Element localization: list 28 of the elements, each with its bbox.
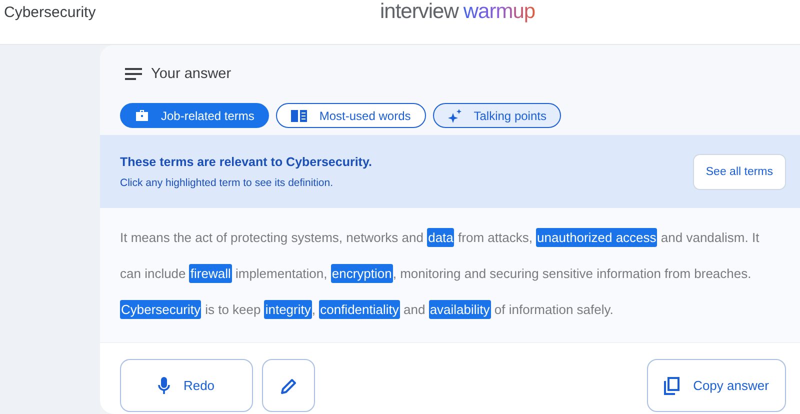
- highlighted-term[interactable]: availability: [428, 300, 491, 319]
- section-title: Your answer: [151, 66, 232, 82]
- highlighted-term[interactable]: confidentiality: [319, 300, 400, 319]
- sparkle-icon: [448, 108, 462, 122]
- logo-text: interview: [380, 0, 458, 24]
- filter-tab[interactable]: Most-used words: [276, 103, 426, 128]
- redo-button[interactable]: Redo: [120, 359, 253, 412]
- highlighted-term[interactable]: encryption: [330, 264, 393, 283]
- highlighted-term[interactable]: unauthorized access: [536, 228, 658, 247]
- briefcase-icon: [135, 109, 149, 122]
- highlighted-term[interactable]: integrity: [264, 300, 312, 319]
- highlighted-term[interactable]: Cybersecurity: [120, 300, 202, 319]
- copy-answer-button[interactable]: Copy answer: [647, 359, 786, 412]
- filter-tab[interactable]: Job-related terms: [120, 103, 270, 128]
- pencil-icon: [280, 378, 296, 394]
- highlighted-term[interactable]: firewall: [189, 264, 232, 283]
- answer-text: It means the act of protecting systems, networks and data from attacks, unauthorized access and vandalism. It can include firewall implementation, encryption, monitoring and securing sensitive information from breaches. Cybersecurity is to keep integrity, confidentiality and availability of information safely.: [120, 227, 760, 321]
- highlighted-term[interactable]: data: [427, 228, 454, 247]
- page-title: Cybersecurity: [4, 4, 96, 21]
- microphone-icon: [158, 376, 170, 394]
- banner-hint: Click any highlighted term to see its definition.: [120, 176, 334, 188]
- book-icon: [291, 110, 308, 122]
- banner-heading: These terms are relevant to Cybersecurity.: [120, 154, 372, 168]
- menu-lines-icon: [125, 67, 143, 81]
- see-all-terms-button[interactable]: See all terms: [692, 154, 786, 190]
- copy-icon: [664, 376, 680, 394]
- edit-button[interactable]: [262, 359, 315, 412]
- filter-tab[interactable]: Talking points: [432, 103, 562, 128]
